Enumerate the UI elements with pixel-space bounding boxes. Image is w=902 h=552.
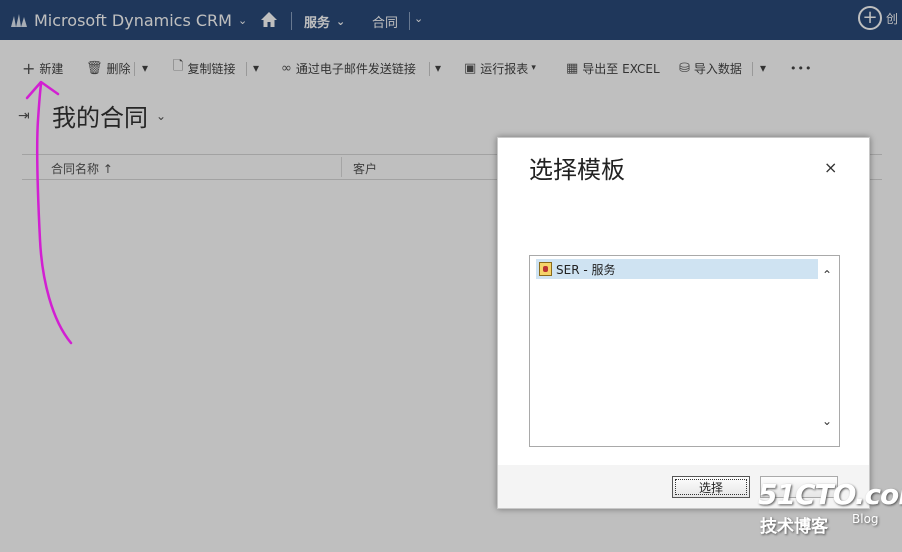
dialog-title: 选择模板 xyxy=(529,156,625,184)
scroll-up-icon[interactable]: ⌃ xyxy=(822,268,832,282)
select-button[interactable]: 选择 xyxy=(672,476,750,498)
scroll-down-icon[interactable]: ⌄ xyxy=(822,414,832,428)
watermark-tagline: 技术博客 xyxy=(760,517,828,537)
list-item-label: SER - 服务 xyxy=(556,262,616,277)
template-list[interactable]: SER - 服务 ⌃ ⌄ xyxy=(529,255,840,447)
list-item[interactable]: SER - 服务 xyxy=(536,259,818,279)
watermark-site: 51CTO.com xyxy=(758,478,902,511)
close-icon[interactable]: × xyxy=(824,158,837,177)
select-template-dialog: 选择模板 × SER - 服务 ⌃ ⌄ 选择 xyxy=(497,137,870,509)
watermark: 51CTO.com 技术博客 Blog xyxy=(758,478,902,537)
template-icon xyxy=(539,262,552,276)
watermark-blog: Blog xyxy=(852,512,879,526)
